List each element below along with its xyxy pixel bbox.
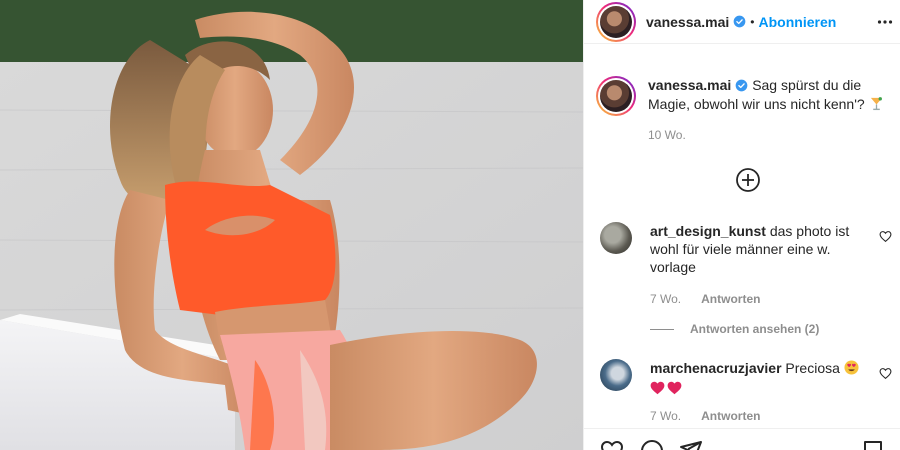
share-icon[interactable] bbox=[679, 439, 703, 450]
action-bar bbox=[584, 428, 900, 450]
post-photo[interactable] bbox=[0, 0, 583, 450]
caption-time: 10 Wo. bbox=[648, 128, 686, 142]
post-header: vanessa.mai • Abonnieren bbox=[584, 0, 900, 44]
replies-divider bbox=[650, 328, 674, 330]
post-caption: vanessa.mai Sag spürst du die Magie, obw… bbox=[596, 76, 896, 145]
comment-icon[interactable] bbox=[640, 439, 664, 450]
caption-avatar[interactable] bbox=[596, 76, 636, 116]
comment-avatar[interactable] bbox=[600, 359, 632, 391]
verified-icon bbox=[735, 79, 748, 92]
comment-avatar[interactable] bbox=[600, 222, 632, 254]
comment-username[interactable]: art_design_kunst bbox=[650, 223, 766, 239]
photo-illustration bbox=[0, 0, 583, 450]
comment-item: marchenacruzjavier Preciosa 7 Wo. Antwor… bbox=[600, 359, 892, 425]
verified-icon bbox=[733, 15, 746, 28]
avatar[interactable] bbox=[596, 1, 636, 42]
view-replies-label: Antworten ansehen (2) bbox=[690, 322, 820, 336]
comment-text: Preciosa bbox=[785, 360, 840, 376]
bookmark-icon[interactable] bbox=[861, 439, 885, 450]
comment-username[interactable]: marchenacruzjavier bbox=[650, 360, 782, 376]
reply-button[interactable]: Antworten bbox=[701, 407, 760, 425]
heart-icon[interactable] bbox=[600, 439, 624, 450]
cocktail-emoji-icon bbox=[870, 97, 882, 111]
comment-item: art_design_kunst das photo ist wohl für … bbox=[600, 222, 892, 308]
header-username[interactable]: vanessa.mai bbox=[646, 14, 729, 30]
post-sidebar: vanessa.mai • Abonnieren vanessa.mai Sag… bbox=[583, 0, 900, 450]
comment-time: 7 Wo. bbox=[650, 409, 682, 423]
header-separator: • bbox=[750, 14, 755, 29]
comment-time: 7 Wo. bbox=[650, 292, 682, 306]
more-options-icon[interactable] bbox=[877, 14, 893, 30]
caption-username[interactable]: vanessa.mai bbox=[648, 77, 731, 93]
follow-button[interactable]: Abonnieren bbox=[759, 14, 837, 30]
heart-eyes-emoji-icon bbox=[844, 360, 859, 375]
heart-icon[interactable] bbox=[879, 230, 892, 243]
reply-button[interactable]: Antworten bbox=[701, 290, 760, 308]
red-heart-emoji-icon bbox=[667, 381, 682, 395]
red-heart-emoji-icon bbox=[650, 381, 665, 395]
load-more-comments-icon[interactable] bbox=[735, 167, 761, 193]
heart-icon[interactable] bbox=[879, 367, 892, 380]
view-replies-button[interactable]: Antworten ansehen (2) bbox=[650, 322, 819, 336]
